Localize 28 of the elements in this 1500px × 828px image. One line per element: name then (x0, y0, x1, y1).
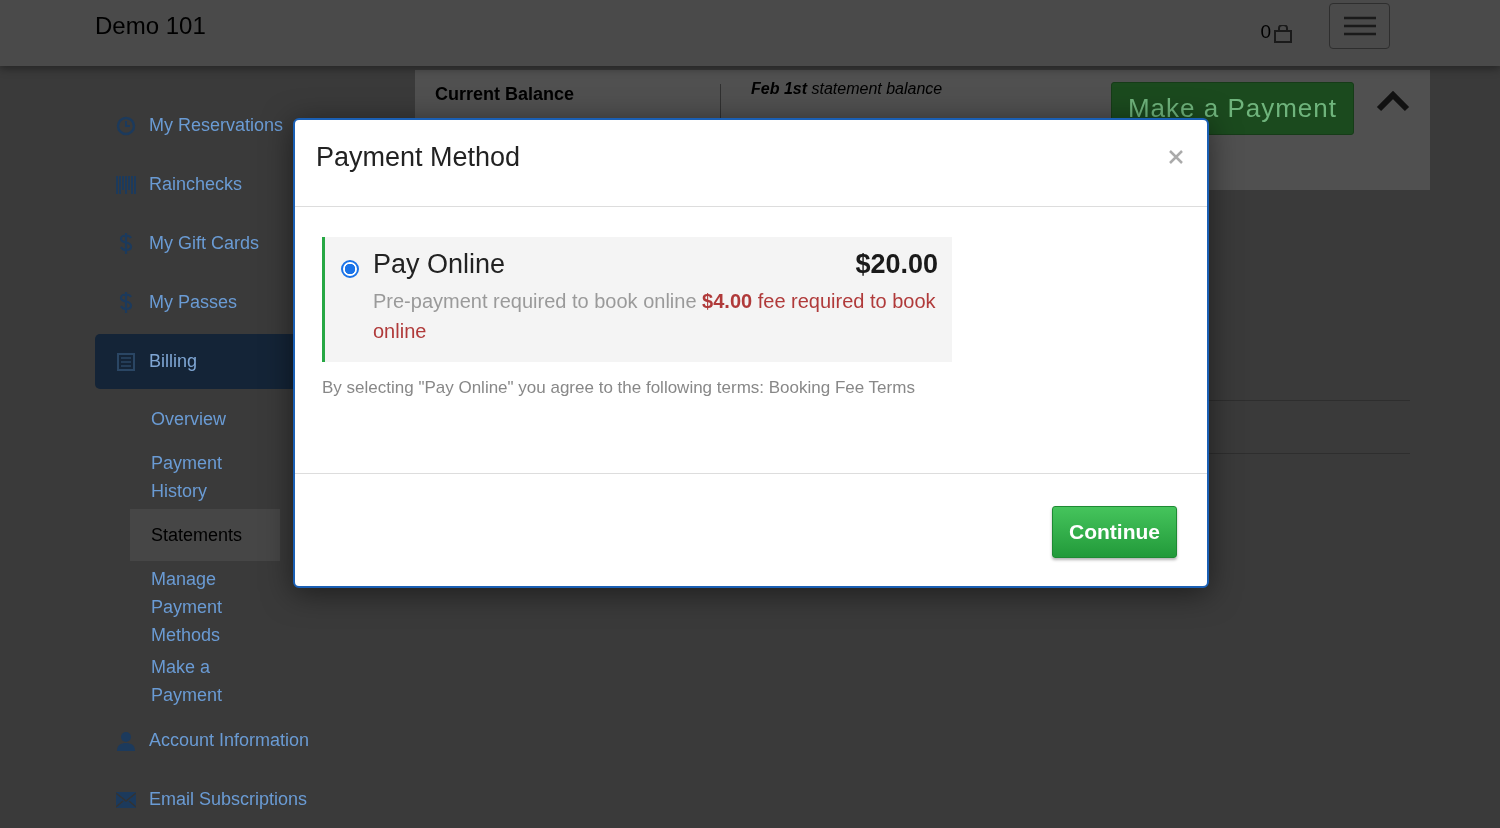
barcode-icon (116, 175, 136, 194)
dollar-icon (119, 291, 133, 314)
cart-button[interactable]: 0 (1260, 21, 1293, 43)
sidebar-subitem[interactable]: Manage Payment Methods (130, 565, 280, 649)
site-title[interactable]: Demo 101 (95, 12, 206, 40)
radio-button[interactable] (341, 260, 359, 278)
close-icon[interactable] (1169, 150, 1183, 164)
dollar-icon (119, 232, 133, 255)
sidebar-subitem[interactable]: Overview (130, 393, 280, 445)
dialog-title: Payment Method (316, 141, 521, 173)
payment-option[interactable]: Pay Online $20.00 Pre-payment required to book online $4.00 fee required to book online (322, 237, 952, 362)
sidebar-subitem[interactable]: Statements (130, 509, 280, 561)
collapse-icon[interactable] (1376, 90, 1410, 112)
statement-label: Feb 1st statement balance (751, 80, 943, 97)
option-amount: $20.00 (855, 249, 938, 280)
menu-icon (1343, 16, 1376, 36)
clock-icon (116, 115, 136, 136)
menu-button[interactable] (1329, 3, 1390, 49)
sidebar-subitem[interactable]: Make a Payment (130, 653, 280, 709)
option-label: Pay Online (373, 249, 506, 280)
list-icon (117, 352, 135, 371)
balance-heading: Current Balance (435, 84, 575, 104)
continue-button[interactable]: Continue (1052, 505, 1177, 558)
person-icon (116, 730, 136, 751)
sidebar-item[interactable]: Email Subscriptions (95, 772, 395, 827)
envelope-icon (116, 791, 136, 808)
sidebar-item[interactable]: Account Information (95, 713, 395, 768)
sidebar-subitem[interactable]: Payment History (130, 449, 280, 505)
